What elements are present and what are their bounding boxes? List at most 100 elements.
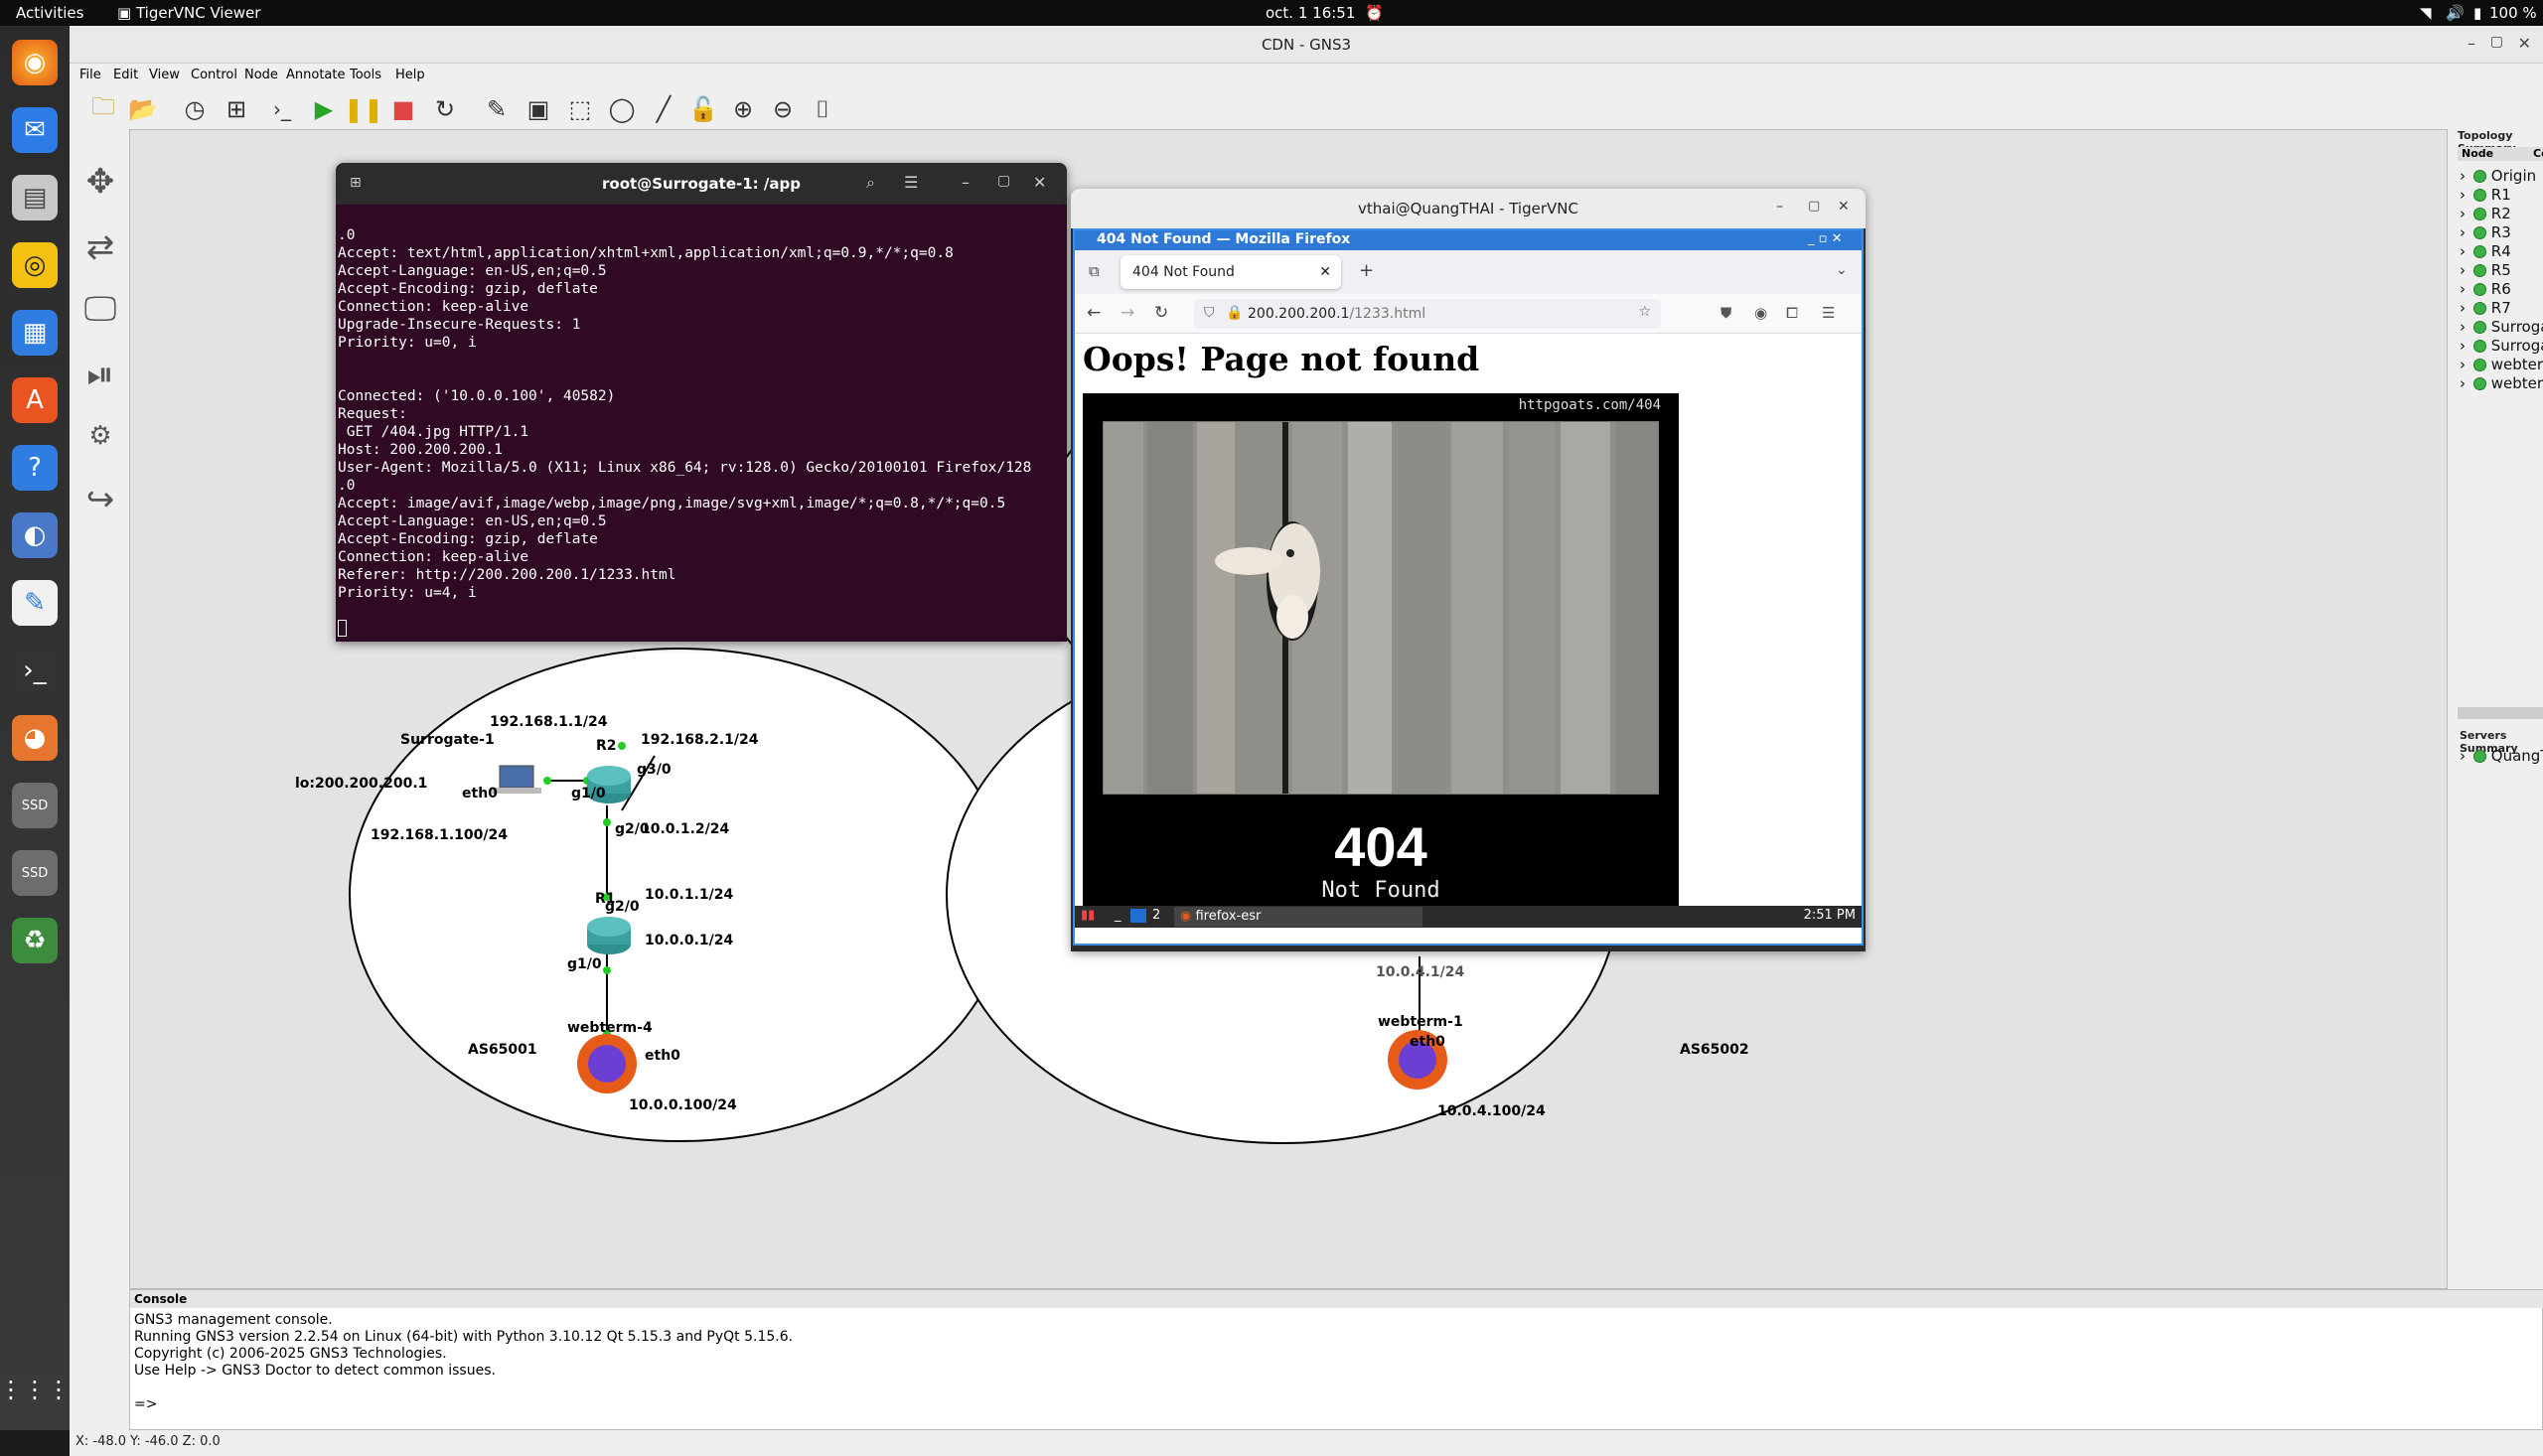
menu-annotate[interactable]: Annotate — [286, 68, 345, 82]
maximize-icon[interactable]: ▢ — [997, 173, 1010, 189]
taskbar-firefox[interactable]: ◉ firefox-esr — [1174, 907, 1422, 927]
suspend-all-icon[interactable]: ❚❚ — [344, 93, 383, 125]
ssd-drive-icon[interactable]: SSD — [12, 850, 58, 896]
minimize-icon[interactable]: – — [962, 173, 970, 192]
workspace-active[interactable] — [1130, 909, 1146, 923]
text-editor-icon[interactable]: ✎ — [12, 580, 58, 626]
tree-item-r2[interactable]: › R2 — [2460, 205, 2511, 222]
menu-file[interactable]: File — [79, 68, 101, 82]
tree-item-r4[interactable]: › R4 — [2460, 242, 2511, 260]
server-item[interactable]: › QuangTHAI ... — [2460, 747, 2543, 765]
show-apps-icon[interactable]: ⋮⋮⋮ — [0, 1367, 71, 1412]
forward-icon[interactable]: → — [1121, 303, 1134, 323]
horizontal-scrollbar[interactable] — [2458, 707, 2543, 719]
battery-icon[interactable]: ▮ — [2473, 4, 2481, 22]
tree-item-origin[interactable]: › Origin — [2460, 167, 2536, 185]
app-center-icon[interactable]: A — [12, 377, 58, 423]
tree-item-surrogate1[interactable]: › Surrogate-1 — [2460, 318, 2543, 336]
tree-item-webterm1[interactable]: › webterm-1 — [2460, 356, 2543, 373]
ssd-drive-icon[interactable]: SSD — [12, 783, 58, 828]
show-interface-labels-icon[interactable]: ⊞ — [221, 93, 252, 125]
start-all-icon[interactable]: ▶ — [308, 93, 340, 125]
insert-image-icon[interactable]: ▣ — [523, 93, 554, 125]
new-project-icon[interactable]: 🗀 — [87, 92, 119, 125]
screenshot-icon[interactable]: ⌷ — [807, 93, 838, 125]
new-tab-icon[interactable]: ⊞ — [350, 175, 362, 191]
workspace-number[interactable]: 2 — [1152, 908, 1160, 923]
routers-icon[interactable]: ✥ — [77, 159, 123, 205]
terminal-window[interactable]: root@Surrogate-1: /app ⊞ ⌕ ☰ – ▢ ✕ .0 Acc… — [336, 163, 1067, 642]
add-note-icon[interactable]: ✎ — [481, 93, 513, 125]
end-devices-icon[interactable]: 🖵 — [77, 286, 123, 332]
menu-icon[interactable]: ☰ — [1822, 304, 1835, 322]
tree-item-r3[interactable]: › R3 — [2460, 223, 2511, 241]
draw-ellipse-icon[interactable]: ◯ — [606, 93, 638, 125]
ff-window-controls[interactable]: _ ▫ ✕ — [1808, 231, 1842, 246]
stop-all-icon[interactable]: ■ — [387, 93, 419, 125]
snapshot-icon[interactable]: ◷ — [179, 93, 211, 125]
search-icon[interactable]: ⌕ — [866, 173, 875, 193]
files-icon[interactable]: ▤ — [12, 175, 58, 220]
maximize-icon[interactable]: ▢ — [1808, 199, 1820, 214]
app-menu[interactable]: ▣ TigerVNC Viewer — [117, 4, 260, 22]
lock-icon[interactable]: 🔒 — [1226, 305, 1243, 321]
console-output[interactable]: GNS3 management console. Running GNS3 ver… — [134, 1312, 793, 1413]
firefox-icon[interactable]: ◉ — [12, 40, 58, 85]
start-menu-icon[interactable]: ▮▮ — [1081, 908, 1095, 923]
url-bar[interactable]: ⛉ 🔒 200.200.200.1/1233.html ☆ — [1194, 299, 1661, 329]
terminal-icon[interactable]: ›_ — [12, 648, 58, 693]
vnc-window[interactable]: vthai@QuangTHAI - TigerVNC – ▢ ✕ 404 Not… — [1071, 189, 1866, 951]
terminal-output[interactable]: .0 Accept: text/html,application/xhtml+xm… — [338, 209, 1063, 602]
tab-404[interactable]: 404 Not Found ✕ — [1121, 255, 1341, 289]
close-tab-icon[interactable]: ✕ — [1319, 264, 1331, 280]
zoom-out-icon[interactable]: ⊖ — [767, 93, 799, 125]
menu-tools[interactable]: Tools — [350, 68, 381, 82]
draw-rectangle-icon[interactable]: ⬚ — [564, 93, 596, 125]
menu-help[interactable]: Help — [395, 68, 425, 82]
open-project-icon[interactable]: 📂 — [127, 93, 159, 125]
shield-icon[interactable]: ⛉ — [1204, 305, 1215, 321]
lock-icon[interactable]: 🔓 — [687, 93, 719, 125]
firefox-window[interactable]: 404 Not Found — Mozilla Firefox _ ▫ ✕ ⧉ … — [1073, 228, 1864, 946]
zoom-in-icon[interactable]: ⊕ — [727, 93, 759, 125]
laptop-surrogate-icon[interactable] — [492, 765, 541, 794]
clock[interactable]: oct. 1 16:51 — [1266, 4, 1355, 22]
tree-item-surrogate2[interactable]: › Surrogate-2 — [2460, 337, 2543, 355]
switches-icon[interactable]: ⇄ — [77, 224, 123, 270]
menu-icon[interactable]: ☰ — [904, 173, 918, 192]
tree-item-r1[interactable]: › R1 — [2460, 186, 2511, 204]
minimize-icon[interactable]: – — [1776, 199, 1783, 215]
firefox-webterm4-icon[interactable] — [577, 1034, 637, 1093]
tree-item-r6[interactable]: › R6 — [2460, 280, 2511, 298]
maximize-button[interactable]: ▢ — [2490, 34, 2503, 50]
console-all-icon[interactable]: ›_ — [266, 93, 298, 125]
workspace-1[interactable]: _ — [1115, 908, 1122, 923]
draw-line-icon[interactable]: ╱ — [648, 93, 679, 125]
extensions-icon[interactable]: ⧠ — [1786, 304, 1798, 322]
help-icon[interactable]: ? — [12, 445, 58, 491]
activities-button[interactable]: Activities — [16, 4, 83, 22]
minimize-button[interactable]: – — [2468, 34, 2475, 53]
chevron-down-icon[interactable]: ⌄ — [1836, 262, 1848, 278]
pocket-icon[interactable]: ⛊ — [1720, 304, 1731, 322]
security-devices-icon[interactable]: ⏯ — [77, 352, 123, 397]
all-devices-icon[interactable]: ⚙ — [77, 413, 123, 459]
writer-icon[interactable]: ▦ — [12, 310, 58, 356]
reload-all-icon[interactable]: ↻ — [429, 93, 461, 125]
close-button[interactable]: ✕ — [2518, 34, 2531, 53]
new-tab-icon[interactable]: + — [1359, 260, 1374, 281]
tree-item-r5[interactable]: › R5 — [2460, 261, 2511, 279]
tab-list-icon[interactable]: ⧉ — [1089, 262, 1100, 280]
network-icon[interactable]: ◥ — [2420, 4, 2432, 22]
trash-icon[interactable]: ♻ — [12, 918, 58, 963]
menu-control[interactable]: Control — [191, 68, 237, 82]
thunderbird-icon[interactable]: ✉ — [12, 107, 58, 153]
tigervnc-icon[interactable]: ◕ — [12, 715, 58, 761]
bookmark-star-icon[interactable]: ☆ — [1638, 304, 1651, 320]
tree-item-r7[interactable]: › R7 — [2460, 299, 2511, 317]
menu-view[interactable]: View — [149, 68, 180, 82]
volume-icon[interactable]: 🔊 — [2446, 4, 2465, 22]
add-link-icon[interactable]: ↪ — [77, 477, 123, 522]
menu-node[interactable]: Node — [244, 68, 278, 82]
router-r1-icon[interactable] — [587, 917, 631, 954]
